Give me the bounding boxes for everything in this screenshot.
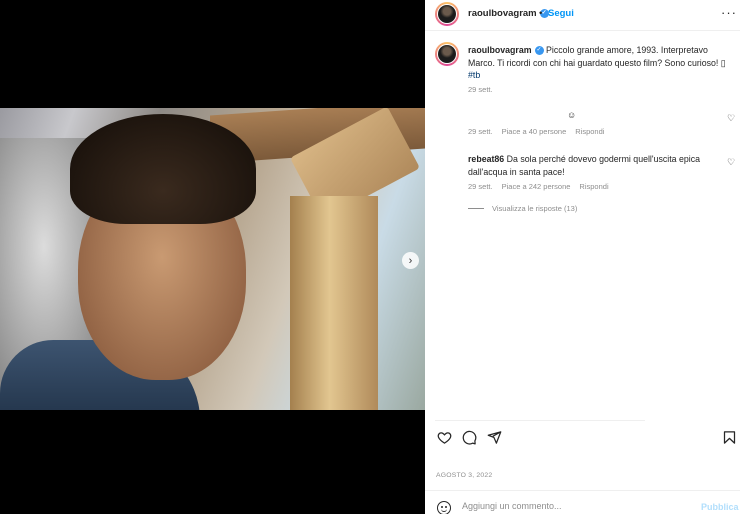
caption-avatar[interactable] (435, 42, 459, 66)
heart-icon: ♡ (727, 157, 736, 167)
comment-2-likes[interactable]: Piace a 242 persone (502, 182, 571, 191)
comment-button[interactable] (462, 430, 477, 445)
view-replies-label: Visualizza le risposte (13) (492, 204, 578, 213)
caption-unknown-glyph: ▯ (720, 57, 726, 68)
photo-hair (70, 114, 256, 224)
post-date[interactable]: AGOSTO 3, 2022 (436, 472, 492, 479)
comment-1-time[interactable]: 29 sett. (468, 127, 493, 136)
actions-divider (435, 420, 645, 421)
header-separator: • (539, 8, 543, 19)
share-button[interactable] (487, 430, 502, 445)
comment-1-meta: 29 sett. Piace a 40 persone Rispondi (468, 127, 604, 136)
bookmark-icon (723, 431, 736, 444)
heart-icon (437, 432, 452, 444)
header-avatar[interactable] (435, 2, 459, 26)
more-options-button[interactable]: ··· (721, 5, 737, 20)
comment-1-like-button[interactable]: ♡ (727, 113, 735, 124)
carousel-next-button[interactable]: › (402, 252, 419, 269)
post-side-panel: raoulbovagram ✓ • Segui ··· raoulbovagram… (425, 0, 740, 514)
heart-icon: ♡ (727, 113, 736, 123)
comment-composer: Pubblica (437, 501, 739, 514)
post-actions (437, 430, 737, 446)
chevron-right-icon: › (408, 254, 413, 267)
photo-pole (290, 196, 378, 410)
comment-icon (462, 430, 477, 445)
comment-2-meta: 29 sett. Piace a 242 persone Rispondi (468, 182, 609, 191)
comment-2-username[interactable]: rebeat86 (468, 154, 504, 164)
comment-1-likes[interactable]: Piace a 40 persone (502, 127, 567, 136)
caption-hashtag[interactable]: #tb (468, 70, 480, 80)
post-media-area: › (0, 0, 425, 514)
follow-button[interactable]: Segui (548, 8, 574, 19)
comment-2-time[interactable]: 29 sett. (468, 182, 493, 191)
comment-input[interactable] (462, 501, 692, 511)
more-horizontal-icon: ··· (721, 5, 737, 20)
emoji-smiley-icon[interactable] (437, 501, 451, 514)
post-photo (0, 108, 425, 410)
verified-badge-icon: ✓ (534, 46, 544, 56)
caption-time[interactable]: 29 sett. (468, 85, 493, 94)
caption-meta: 29 sett. (468, 85, 493, 94)
comment-1-reply-button[interactable]: Rispondi (575, 127, 604, 136)
comment-divider (425, 490, 740, 491)
header-divider (425, 30, 740, 31)
publish-button[interactable]: Pubblica (701, 502, 739, 512)
save-button[interactable] (722, 430, 737, 445)
instagram-post-viewer: › raoulbovagram ✓ • Segui ··· raoulbovagr… (0, 0, 740, 514)
paper-plane-icon (487, 431, 502, 444)
replies-line (468, 208, 484, 209)
caption-text: raoulbovagram ✓ Piccolo grande amore, 199… (468, 44, 730, 82)
comment-2-reply-button[interactable]: Rispondi (579, 182, 608, 191)
header-username[interactable]: raoulbovagram ✓ (468, 8, 549, 19)
caption-username[interactable]: raoulbovagram (468, 45, 532, 55)
comment-2: rebeat86 Da sola perché dovevo godermi q… (468, 153, 730, 178)
comment-2-like-button[interactable]: ♡ (727, 157, 735, 168)
like-button[interactable] (437, 430, 452, 445)
view-replies-button[interactable]: Visualizza le risposte (13) (468, 204, 577, 213)
comment-1-text: ☺ (567, 110, 577, 120)
